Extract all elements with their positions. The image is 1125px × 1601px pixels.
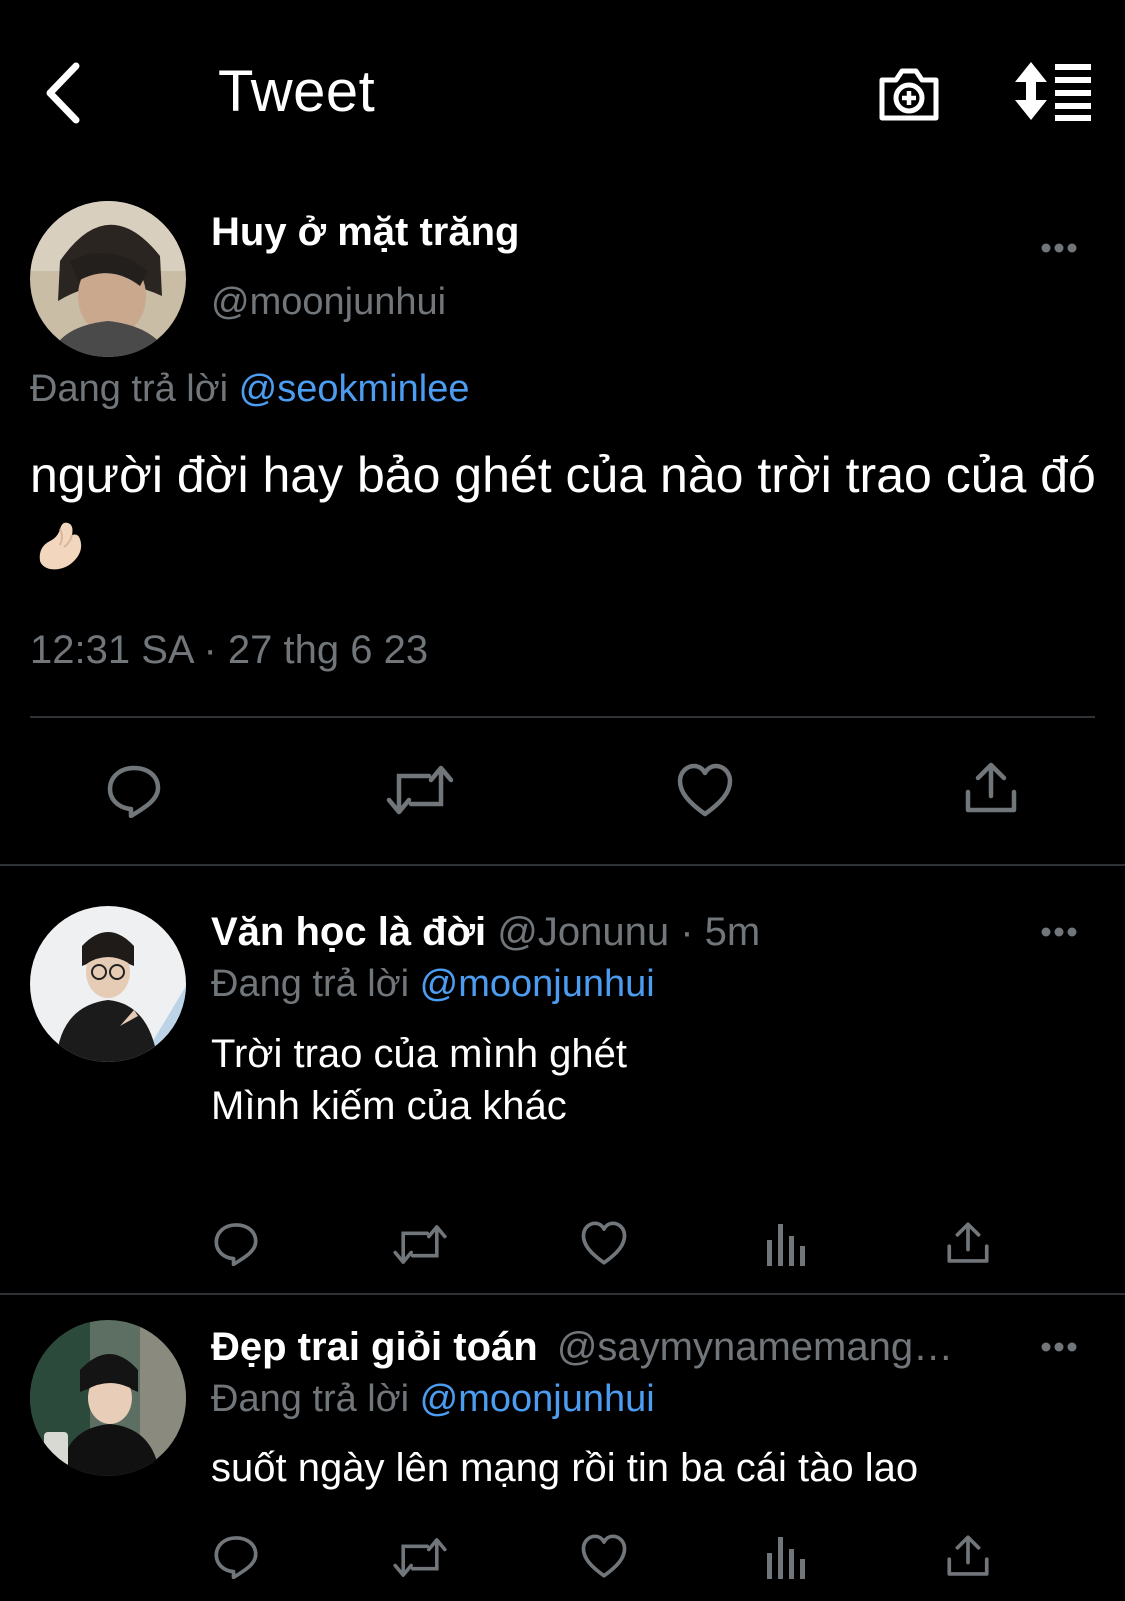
profile-photo [30,201,186,357]
mention-link[interactable]: @seokminlee [239,368,470,410]
more-options-button[interactable] [1040,242,1084,262]
replying-to: Đang trả lời @moonjunhui [211,963,655,1006]
more-dots-icon [1041,1342,1077,1352]
reply-button[interactable] [213,1533,259,1579]
avatar[interactable] [30,201,186,357]
like-button[interactable] [580,1533,628,1579]
reply-author-name[interactable]: Đẹp trai giỏi toán [211,1325,538,1369]
divider [0,864,1125,866]
profile-photo [30,906,186,1062]
more-options-button[interactable] [1040,1341,1084,1361]
avatar[interactable] [30,1320,186,1476]
profile-photo [30,1320,186,1476]
reply-text: suốt ngày lên mạng rồi tin ba cái tào la… [211,1446,919,1490]
retweet-icon [393,1225,447,1264]
author-name[interactable]: Huy ở mặt trăng [211,210,519,255]
share-icon [965,762,1017,813]
more-dots-icon [1041,243,1077,253]
camera-button[interactable] [876,60,942,126]
tweet-timestamp: 12:31 SA · 27 thg 6 23 [30,628,429,672]
pinching-hand-emoji [30,517,86,573]
heart-icon [677,763,733,817]
tweet-text: người đời hay bảo ghét của nào trời trao… [30,438,1100,588]
reply-header: Đẹp trai giỏi toán @saymynamemang… [211,1325,953,1370]
divider [0,1293,1125,1295]
analytics-icon [767,1537,805,1579]
share-button[interactable] [946,1220,990,1266]
page-title: Tweet [218,59,376,124]
reply-button[interactable] [106,762,162,818]
heart-icon [581,1221,627,1265]
like-button[interactable] [676,762,734,818]
retweet-button[interactable] [385,762,455,818]
retweet-icon [393,1538,447,1577]
replying-prefix: Đang trả lời [30,368,229,410]
share-button[interactable] [964,760,1018,816]
analytics-button[interactable] [765,1222,807,1266]
reply-text: Trời trao của mình ghét Mình kiếm của kh… [211,1032,628,1128]
retweet-button[interactable] [392,1222,448,1267]
reply-icon [107,765,161,818]
replying-prefix: Đang trả lời [211,963,410,1005]
analytics-icon [767,1224,805,1266]
share-button[interactable] [946,1533,990,1579]
mention-link[interactable]: @moonjunhui [420,1378,655,1420]
avatar[interactable] [30,906,186,1062]
author-handle[interactable]: @moonjunhui [211,281,446,324]
heart-icon [581,1534,627,1578]
tweet-body: người đời hay bảo ghét của nào trời trao… [30,447,1096,503]
reply-author-name[interactable]: Văn học là đời [211,910,486,954]
sort-replies-button[interactable] [1015,60,1093,122]
divider [30,716,1095,718]
share-icon [947,1222,989,1263]
analytics-button[interactable] [765,1535,807,1579]
replying-prefix: Đang trả lời [211,1378,410,1420]
replying-to: Đang trả lời @moonjunhui [211,1378,655,1421]
reply-time: · 5m [680,910,761,954]
replying-to: Đang trả lời @seokminlee [30,368,469,411]
more-options-button[interactable] [1040,926,1084,946]
share-icon [947,1535,989,1576]
reply-icon [214,1536,258,1579]
reply-button[interactable] [213,1220,259,1266]
reply-author-handle[interactable]: @Jonunu [497,910,669,954]
more-dots-icon [1041,927,1077,937]
back-button[interactable] [40,58,90,128]
reply-icon [214,1223,258,1266]
sort-list-icon [1015,62,1091,121]
like-button[interactable] [580,1220,628,1266]
reply-author-handle[interactable]: @saymynamemang… [557,1325,953,1369]
chevron-left-icon [46,62,80,124]
retweet-icon [386,765,454,815]
retweet-button[interactable] [392,1535,448,1580]
camera-plus-icon [879,68,939,121]
mention-link[interactable]: @moonjunhui [420,963,655,1005]
reply-header: Văn học là đời @Jonunu · 5m [211,910,760,955]
